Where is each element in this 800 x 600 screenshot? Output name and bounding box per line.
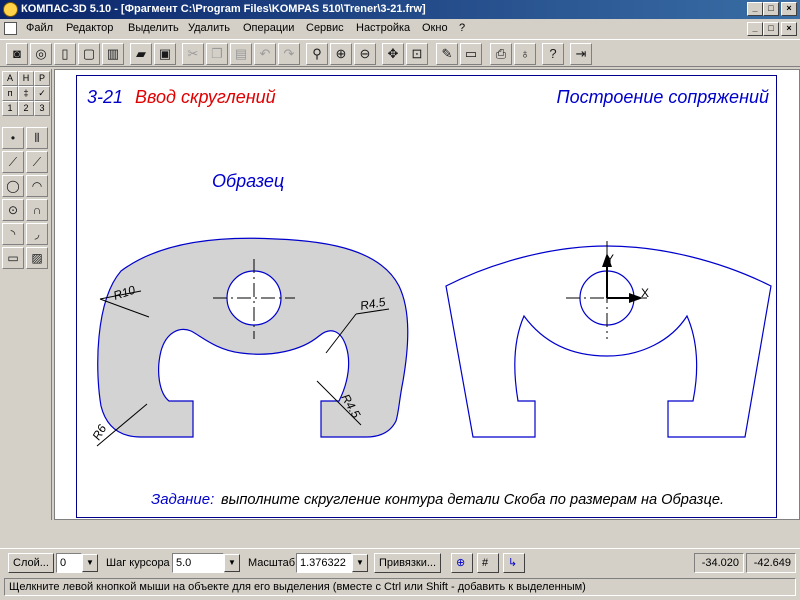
dimension-tool-icon[interactable]: H <box>18 71 34 86</box>
view-2-icon[interactable]: 2 <box>18 101 34 116</box>
exercise-title: Ввод скруглений <box>135 87 276 107</box>
status-bar: Слой... 0 ▼ Шаг курсора 5.0 ▼ Масштаб 1.… <box>0 548 800 576</box>
snaps-button[interactable]: Привязки... <box>374 553 442 573</box>
scale-field[interactable]: 1.376322 <box>296 553 352 573</box>
axis-y-label: Y <box>606 252 614 266</box>
doc-close-icon[interactable]: × <box>781 22 797 36</box>
sample-label: Образец <box>212 171 284 191</box>
section-title: Построение сопряжений <box>557 87 769 107</box>
fit-icon[interactable]: ⊡ <box>406 43 428 65</box>
arc-tool-icon[interactable]: ◠ <box>26 175 48 197</box>
sample-part[interactable] <box>97 237 409 438</box>
stamp-icon[interactable]: ♁ <box>514 43 536 65</box>
kompas-app-icon[interactable] <box>3 2 18 17</box>
pencil-icon[interactable]: ✎ <box>436 43 458 65</box>
menu-file[interactable]: Файл <box>26 22 53 34</box>
blank-doc-icon[interactable]: ▯ <box>54 43 76 65</box>
help-icon[interactable]: ? <box>542 43 564 65</box>
tolerance-tool-icon[interactable]: п <box>2 86 18 101</box>
close-icon[interactable]: × <box>781 2 797 16</box>
cut-icon[interactable]: ✂ <box>182 43 204 65</box>
exit-icon[interactable]: ⇥ <box>570 43 592 65</box>
param-tool-icon[interactable]: P <box>34 71 50 86</box>
print-icon[interactable]: ⎙ <box>490 43 512 65</box>
cursor-step-label: Шаг курсора <box>106 557 170 569</box>
chamfer-tool-icon[interactable]: ◞ <box>26 223 48 245</box>
fillet-tool-icon[interactable]: ◝ <box>2 223 24 245</box>
menu-service[interactable]: Сервис <box>306 22 344 34</box>
check-tool-icon[interactable]: ✓ <box>34 86 50 101</box>
coord-x: -34.020 <box>694 553 744 573</box>
zoom-in-icon[interactable]: ⊕ <box>330 43 352 65</box>
copy-icon[interactable]: ❐ <box>206 43 228 65</box>
scale-label: Масштаб <box>248 557 296 569</box>
zoom-icon[interactable]: ⚲ <box>306 43 328 65</box>
coord-y: -42.649 <box>746 553 796 573</box>
point-tool-icon[interactable]: • <box>2 127 24 149</box>
zoom-out-icon[interactable]: ⊖ <box>354 43 376 65</box>
hint-text: Щелкните левой кнопкой мыши на объекте д… <box>4 578 796 596</box>
axis-x-label: X <box>641 286 649 300</box>
paste-icon[interactable]: ▤ <box>230 43 252 65</box>
menu-help[interactable]: ? <box>459 22 465 34</box>
menu-delete[interactable]: Удалить <box>188 22 230 34</box>
layer-button[interactable]: Слой... <box>8 553 54 573</box>
cursor-step-field[interactable]: 5.0 <box>172 553 224 573</box>
left-toolbar: A H P п ‡ ✓ 1 2 3 • ⫴ ⟋ ⟋ ◯ ◠ ⊙ ∩ ◝ ◞ ▭ … <box>0 69 52 520</box>
doc-restore-icon[interactable]: □ <box>763 22 779 36</box>
menu-bar: Файл Редактор Выделить Удалить Операции … <box>0 19 800 38</box>
view-3-icon[interactable]: 3 <box>34 101 50 116</box>
view-1-icon[interactable]: 1 <box>2 101 18 116</box>
layout-icon[interactable]: ▥ <box>102 43 124 65</box>
task-text: выполните скругление контура детали Скоб… <box>221 491 724 508</box>
minimize-icon[interactable]: _ <box>747 2 763 16</box>
hint-bar: Щелкните левой кнопкой мыши на объекте д… <box>0 576 800 600</box>
layer-dropdown-icon[interactable]: ▼ <box>82 554 98 572</box>
menu-window[interactable]: Окно <box>422 22 448 34</box>
pan-icon[interactable]: ✥ <box>382 43 404 65</box>
hatch-tool-icon[interactable]: ▨ <box>26 247 48 269</box>
open-icon[interactable]: ◎ <box>30 43 52 65</box>
spline-tool-icon[interactable]: ∩ <box>26 199 48 221</box>
menu-settings[interactable]: Настройка <box>356 22 410 34</box>
rectangle-tool-icon[interactable]: ▭ <box>2 247 24 269</box>
auxline-tool-icon[interactable]: ⫴ <box>26 127 48 149</box>
save-icon[interactable]: ▣ <box>154 43 176 65</box>
task-label: Задание: <box>151 491 214 508</box>
cursor-step-dropdown-icon[interactable]: ▼ <box>224 554 240 572</box>
exercise-number: 3-21 <box>87 87 123 107</box>
window-title: КОМПАС-3D 5.10 - [Фрагмент C:\Program Fi… <box>21 3 426 15</box>
title-bar[interactable]: КОМПАС-3D 5.10 - [Фрагмент C:\Program Fi… <box>0 0 800 19</box>
dim-r6: R6 <box>89 422 109 443</box>
ellipse-tool-icon[interactable]: ⊙ <box>2 199 24 221</box>
drawing-canvas[interactable]: 3-21 Ввод скруглений Построение сопряжен… <box>54 69 800 520</box>
menu-select[interactable]: Выделить <box>128 22 179 34</box>
maximize-icon[interactable]: □ <box>763 2 779 16</box>
page-icon[interactable]: ▢ <box>78 43 100 65</box>
polyline-tool-icon[interactable]: ⟋ <box>26 151 48 173</box>
redo-icon[interactable]: ↷ <box>278 43 300 65</box>
layer-field[interactable]: 0 <box>56 553 82 573</box>
local-cs-icon[interactable]: ↳ <box>503 553 525 573</box>
undo-icon[interactable]: ↶ <box>254 43 276 65</box>
main-toolbar: ◙ ◎ ▯ ▢ ▥ ▰ ▣ ✂ ❐ ▤ ↶ ↷ ⚲ ⊕ ⊖ ✥ ⊡ ✎ ▭ ⎙ … <box>0 39 800 67</box>
scale-dropdown-icon[interactable]: ▼ <box>352 554 368 572</box>
new-doc-icon[interactable]: ◙ <box>6 43 28 65</box>
text-tool-icon[interactable]: A <box>2 71 18 86</box>
segment-tool-icon[interactable]: ⟋ <box>2 151 24 173</box>
axis-tool-icon[interactable]: ‡ <box>18 86 34 101</box>
doc-minimize-icon[interactable]: _ <box>747 22 763 36</box>
circle-tool-icon[interactable]: ◯ <box>2 175 24 197</box>
grid-icon[interactable]: # <box>477 553 499 573</box>
frame-icon[interactable]: ▭ <box>460 43 482 65</box>
snap-mode-icon[interactable]: ⊕ <box>451 553 473 573</box>
menu-editor[interactable]: Редактор <box>66 22 113 34</box>
folder-icon[interactable]: ▰ <box>130 43 152 65</box>
document-menu-icon[interactable] <box>4 22 17 35</box>
menu-operations[interactable]: Операции <box>243 22 294 34</box>
drawing-svg: 3-21 Ввод скруглений Построение сопряжен… <box>87 87 772 508</box>
